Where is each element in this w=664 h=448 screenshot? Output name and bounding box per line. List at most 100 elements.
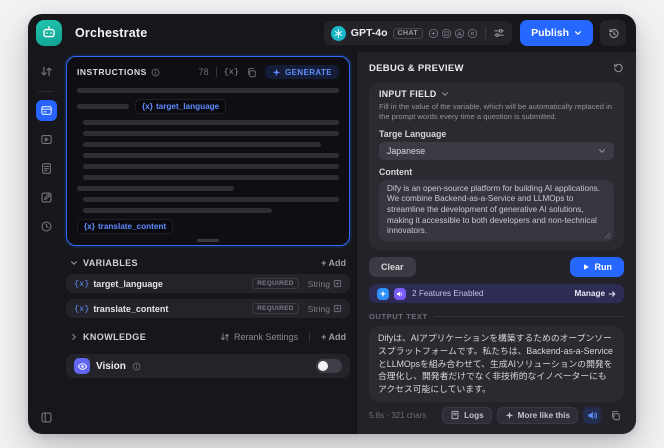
model-capability-icon bbox=[428, 28, 439, 38]
char-count: 78 bbox=[198, 67, 209, 77]
model-selector[interactable]: GPT-4o CHAT bbox=[323, 21, 513, 45]
variable-name: translate_content bbox=[93, 303, 169, 314]
refresh-button[interactable] bbox=[612, 62, 624, 74]
resize-drag-handle[interactable] bbox=[197, 239, 219, 242]
skeleton-text-line bbox=[83, 142, 322, 147]
version-history-button[interactable] bbox=[600, 20, 626, 46]
skeleton-text-row: {x} target_language bbox=[77, 99, 339, 114]
insert-variable-icon[interactable]: {x} bbox=[224, 67, 239, 77]
text-to-speech-button[interactable] bbox=[583, 406, 601, 424]
skeleton-text-row: {x} translate_content bbox=[77, 219, 339, 234]
model-capability-icon bbox=[441, 28, 452, 38]
sparkle-icon bbox=[379, 290, 387, 297]
vision-toggle[interactable] bbox=[316, 359, 342, 373]
rerank-settings-button[interactable]: Rerank Settings bbox=[220, 332, 298, 342]
knowledge-title: KNOWLEDGE bbox=[83, 332, 147, 342]
more-like-this-button[interactable]: More like this bbox=[496, 406, 578, 424]
rail-item-annotations[interactable] bbox=[35, 186, 57, 208]
target-language-select[interactable]: Japanese bbox=[379, 141, 614, 160]
orchestrate-column: INSTRUCTIONS 78 {x} GENERATE {x} target_… bbox=[64, 52, 356, 434]
vision-feature-badge bbox=[74, 358, 90, 374]
app-window: Orchestrate GPT-4o CHAT Publish INSTRUCT… bbox=[28, 14, 636, 434]
features-enabled-banner: 2 Features Enabled Manage bbox=[369, 284, 624, 303]
skeleton-text-line bbox=[83, 120, 339, 125]
variable-row-target-language[interactable]: {x} target_language REQUIRED String bbox=[66, 274, 350, 293]
refresh-icon bbox=[614, 63, 623, 73]
run-controls: Clear Run bbox=[369, 257, 624, 277]
copy-icon[interactable] bbox=[246, 67, 257, 78]
sparkle-icon bbox=[272, 68, 281, 76]
feature-speech-badge bbox=[394, 287, 406, 300]
variable-tag-label: translate_content bbox=[97, 222, 167, 231]
vision-feature-row: Vision bbox=[66, 354, 350, 378]
model-provider-icon bbox=[330, 25, 346, 41]
chevron-down-icon bbox=[441, 90, 449, 98]
screen: Orchestrate GPT-4o CHAT Publish INSTRUCT… bbox=[0, 0, 664, 448]
input-field-card: INPUT FIELD Fill in the value of the var… bbox=[369, 82, 624, 250]
input-field-title: INPUT FIELD bbox=[379, 89, 437, 99]
info-icon bbox=[151, 68, 160, 77]
skeleton-text-line bbox=[83, 197, 339, 202]
model-name: GPT-4o bbox=[350, 27, 388, 39]
skeleton-text-line bbox=[83, 164, 339, 169]
divider bbox=[309, 332, 311, 342]
rail-item-logs[interactable] bbox=[35, 157, 57, 179]
robot-icon bbox=[43, 26, 55, 38]
target-language-label: Targe Language bbox=[379, 128, 447, 139]
switch-app-icon[interactable] bbox=[35, 60, 57, 82]
variable-tag-translate-content[interactable]: {x} translate_content bbox=[77, 219, 174, 234]
rerank-label: Rerank Settings bbox=[234, 332, 299, 342]
output-footer: 5.8s · 321 chars Logs More like this bbox=[369, 406, 624, 424]
publish-label: Publish bbox=[531, 27, 569, 39]
resize-handle-icon[interactable] bbox=[604, 232, 611, 239]
output-stats: 5.8s · 321 chars bbox=[369, 410, 427, 420]
clear-button[interactable]: Clear bbox=[369, 257, 416, 277]
debug-header: DEBUG & PREVIEW bbox=[369, 62, 624, 74]
model-capability-icon bbox=[454, 28, 465, 38]
copy-output-button[interactable] bbox=[606, 407, 624, 424]
content-label: Content bbox=[379, 166, 413, 177]
variable-tag-target-language[interactable]: {x} target_language bbox=[135, 99, 227, 114]
rail-item-orchestrate[interactable] bbox=[35, 100, 57, 121]
app-logo[interactable] bbox=[36, 20, 62, 46]
variable-type: String bbox=[308, 304, 342, 314]
copy-icon bbox=[611, 410, 620, 420]
variables-header[interactable]: VARIABLES + Add bbox=[66, 258, 350, 268]
eye-icon bbox=[77, 362, 87, 370]
skeleton-text-line bbox=[77, 104, 129, 109]
chevron-down-icon bbox=[575, 31, 581, 36]
logs-button[interactable]: Logs bbox=[442, 406, 492, 424]
logs-icon bbox=[41, 162, 51, 174]
knowledge-header[interactable]: KNOWLEDGE Rerank Settings + Add bbox=[66, 332, 350, 342]
skeleton-text-line bbox=[83, 153, 339, 158]
skeleton-text-line bbox=[77, 186, 235, 191]
run-label: Run bbox=[594, 262, 613, 272]
annotation-icon bbox=[40, 191, 52, 203]
content-textarea[interactable]: Dify is an open-source platform for buil… bbox=[379, 179, 614, 242]
divider bbox=[215, 67, 217, 77]
input-field-description: Fill in the value of the variable, which… bbox=[379, 102, 612, 121]
pill-divider bbox=[485, 27, 487, 39]
sparkle-icon bbox=[505, 411, 513, 419]
input-field-header[interactable]: INPUT FIELD bbox=[379, 89, 614, 99]
rail-item-monitoring[interactable] bbox=[35, 215, 57, 237]
variable-type-label: String bbox=[307, 278, 330, 289]
model-settings-icon[interactable] bbox=[493, 27, 505, 39]
manage-label: Manage bbox=[574, 289, 605, 298]
rail-item-preview[interactable] bbox=[35, 128, 57, 150]
output-text-header: OUTPUT TEXT bbox=[369, 312, 624, 321]
add-knowledge-button[interactable]: + Add bbox=[321, 332, 346, 342]
instructions-panel[interactable]: INSTRUCTIONS 78 {x} GENERATE {x} target_… bbox=[66, 56, 350, 246]
publish-button[interactable]: Publish bbox=[520, 20, 593, 46]
add-variable-button[interactable]: + Add bbox=[321, 258, 346, 268]
model-capability-icons bbox=[428, 28, 478, 39]
chevron-down-icon bbox=[70, 259, 78, 267]
run-button[interactable]: Run bbox=[569, 257, 624, 277]
left-rail bbox=[28, 52, 64, 434]
generate-button[interactable]: GENERATE bbox=[264, 65, 339, 79]
collapse-sidebar-button[interactable] bbox=[28, 411, 64, 424]
manage-features-button[interactable]: Manage bbox=[575, 289, 616, 298]
variable-name: target_language bbox=[93, 278, 163, 289]
var-ref-icon: {x} bbox=[142, 102, 153, 111]
variable-row-translate-content[interactable]: {x} translate_content REQUIRED String bbox=[66, 299, 350, 318]
